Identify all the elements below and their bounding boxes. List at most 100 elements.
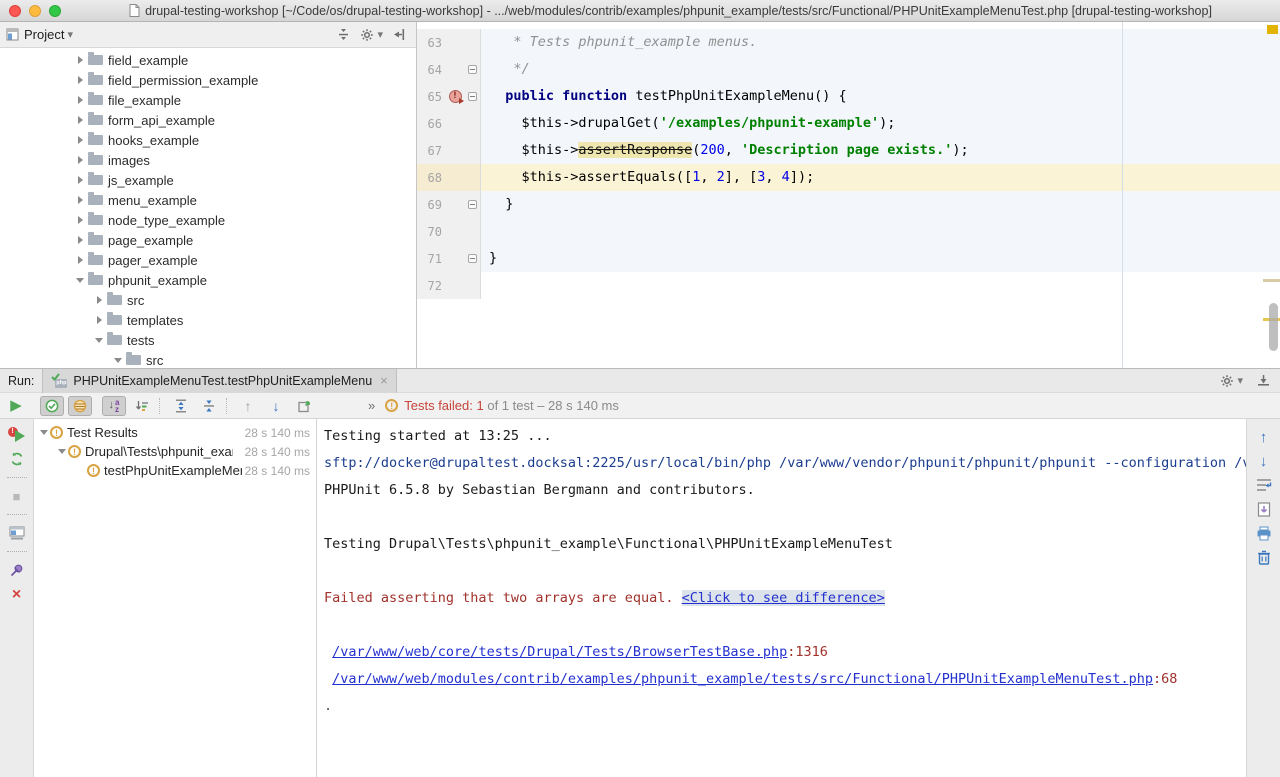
previous-failed-test-button[interactable]: ↑ bbox=[236, 396, 260, 416]
chevron-right-icon[interactable] bbox=[74, 136, 86, 144]
project-tree-item[interactable]: field_permission_example bbox=[0, 70, 416, 90]
rerun-button[interactable]: ▶ bbox=[4, 396, 28, 416]
hide-tool-window-icon[interactable] bbox=[1257, 374, 1270, 387]
chevron-down-icon[interactable] bbox=[112, 358, 124, 363]
console-line: /var/www/web/modules/contrib/examples/ph… bbox=[324, 666, 1246, 693]
fold-marker-icon[interactable] bbox=[468, 200, 477, 209]
code-line[interactable]: 65! public function testPhpUnitExampleMe… bbox=[417, 83, 1280, 110]
editor[interactable]: 63 * Tests phpunit_example menus.64 */65… bbox=[417, 22, 1280, 368]
chevron-right-icon[interactable] bbox=[74, 236, 86, 244]
gear-icon[interactable] bbox=[1220, 374, 1234, 388]
project-panel-title[interactable]: Project bbox=[24, 27, 64, 42]
console-link[interactable]: /var/www/web/core/tests/Drupal/Tests/Bro… bbox=[332, 644, 787, 660]
project-tree-item[interactable]: menu_example bbox=[0, 190, 416, 210]
fold-marker-icon[interactable] bbox=[468, 65, 477, 74]
show-ignored-button[interactable] bbox=[68, 396, 92, 416]
scroll-to-end-button[interactable] bbox=[1254, 500, 1274, 518]
code-line[interactable]: 66 $this->drupalGet('/examples/phpunit-e… bbox=[417, 110, 1280, 137]
project-tree-item[interactable]: form_api_example bbox=[0, 110, 416, 130]
project-tree-item[interactable]: hooks_example bbox=[0, 130, 416, 150]
fold-marker-icon[interactable] bbox=[468, 254, 477, 263]
close-panel-button[interactable]: × bbox=[7, 586, 27, 604]
test-tree-item[interactable]: !Drupal\Tests\phpunit_example\Functional… bbox=[34, 442, 316, 461]
fold-marker-icon[interactable] bbox=[468, 92, 477, 101]
restore-layout-button[interactable] bbox=[7, 524, 27, 542]
code-line[interactable]: 64 */ bbox=[417, 56, 1280, 83]
chevron-right-icon[interactable] bbox=[74, 156, 86, 164]
console-link[interactable]: <Click to see difference> bbox=[682, 590, 885, 606]
gear-icon[interactable] bbox=[360, 28, 374, 42]
expand-all-button[interactable] bbox=[169, 396, 193, 416]
stop-button[interactable]: ■ bbox=[7, 487, 27, 505]
show-passed-button[interactable] bbox=[40, 396, 64, 416]
project-tree-item[interactable]: templates bbox=[0, 310, 416, 330]
collapse-all-button[interactable] bbox=[197, 396, 221, 416]
project-tree-item[interactable]: page_example bbox=[0, 230, 416, 250]
code-line[interactable]: 67 $this->assertResponse(200, 'Descripti… bbox=[417, 137, 1280, 164]
zoom-window-button[interactable] bbox=[49, 5, 61, 17]
editor-scrollbar-thumb[interactable] bbox=[1269, 303, 1278, 351]
hide-panel-icon[interactable] bbox=[393, 28, 406, 41]
sort-by-duration-button[interactable] bbox=[130, 396, 154, 416]
print-button[interactable] bbox=[1254, 524, 1274, 542]
chevron-right-icon[interactable] bbox=[93, 316, 105, 324]
project-tree-item[interactable]: tests bbox=[0, 330, 416, 350]
run-settings-group[interactable]: ▾ bbox=[1220, 374, 1243, 388]
soft-wrap-button[interactable] bbox=[1254, 476, 1274, 494]
close-window-button[interactable] bbox=[9, 5, 21, 17]
project-tree-item[interactable]: node_type_example bbox=[0, 210, 416, 230]
project-tree-item[interactable]: phpunit_example bbox=[0, 270, 416, 290]
console-link[interactable]: /var/www/web/modules/contrib/examples/ph… bbox=[332, 671, 1153, 687]
project-tree-item[interactable]: field_example bbox=[0, 50, 416, 70]
chevron-down-icon[interactable] bbox=[74, 278, 86, 283]
test-tree-item[interactable]: !Test Results28 s 140 ms bbox=[34, 423, 316, 442]
chevron-down-icon[interactable] bbox=[38, 430, 50, 435]
more-actions-icon[interactable]: » bbox=[368, 398, 375, 413]
chevron-right-icon[interactable] bbox=[74, 256, 86, 264]
close-tab-icon[interactable]: × bbox=[380, 373, 388, 388]
chevron-right-icon[interactable] bbox=[93, 296, 105, 304]
code-line[interactable]: 63 * Tests phpunit_example menus. bbox=[417, 29, 1280, 56]
code-line[interactable]: 70 bbox=[417, 218, 1280, 245]
run-configuration-tab[interactable]: php PHPUnitExampleMenuTest.testPhpUnitEx… bbox=[42, 369, 396, 393]
code-line[interactable]: 72 bbox=[417, 272, 1280, 299]
chevron-right-icon[interactable] bbox=[74, 96, 86, 104]
test-failed-gutter-icon[interactable]: ! bbox=[449, 90, 462, 103]
code-line[interactable]: 68 $this->assertEquals([1, 2], [3, 4]); bbox=[417, 164, 1280, 191]
chevron-right-icon[interactable] bbox=[74, 176, 86, 184]
folder-icon bbox=[88, 75, 103, 85]
project-tree-item[interactable]: src bbox=[0, 290, 416, 310]
sort-alphabetically-button[interactable]: ↓az bbox=[102, 396, 126, 416]
clear-console-button[interactable] bbox=[1254, 548, 1274, 566]
project-tree-item[interactable]: js_example bbox=[0, 170, 416, 190]
chevron-right-icon[interactable] bbox=[74, 196, 86, 204]
ruler-warning-mark[interactable] bbox=[1263, 279, 1280, 282]
next-message-button[interactable]: ↓ bbox=[1254, 452, 1274, 470]
toggle-auto-test-button[interactable] bbox=[7, 450, 27, 468]
pin-tab-button[interactable] bbox=[7, 561, 27, 579]
chevron-right-icon[interactable] bbox=[74, 76, 86, 84]
inspection-status-icon[interactable] bbox=[1267, 25, 1278, 34]
export-test-results-button[interactable] bbox=[292, 396, 316, 416]
code-line[interactable]: 71} bbox=[417, 245, 1280, 272]
collapse-all-icon[interactable] bbox=[337, 28, 350, 41]
console[interactable]: Testing started at 13:25 ...sftp://docke… bbox=[317, 419, 1246, 777]
project-settings-group[interactable]: ▾ bbox=[360, 28, 383, 42]
minimize-window-button[interactable] bbox=[29, 5, 41, 17]
project-tree-item[interactable]: file_example bbox=[0, 90, 416, 110]
next-failed-test-button[interactable]: ↓ bbox=[264, 396, 288, 416]
project-tree-item[interactable]: src bbox=[0, 350, 416, 368]
chevron-right-icon[interactable] bbox=[74, 56, 86, 64]
chevron-down-icon[interactable] bbox=[56, 449, 68, 454]
chevron-down-icon[interactable] bbox=[93, 338, 105, 343]
chevron-right-icon[interactable] bbox=[74, 216, 86, 224]
prev-message-button[interactable]: ↑ bbox=[1254, 428, 1274, 446]
test-tree-item[interactable]: !testPhpUnitExampleMenu28 s 140 ms bbox=[34, 461, 316, 480]
project-tree-item[interactable]: images bbox=[0, 150, 416, 170]
code-line[interactable]: 69 } bbox=[417, 191, 1280, 218]
test-item-duration: 28 s 140 ms bbox=[242, 426, 310, 440]
chevron-down-icon[interactable]: ▾ bbox=[67, 28, 73, 41]
project-tree-item[interactable]: pager_example bbox=[0, 250, 416, 270]
rerun-failed-tests-button[interactable]: ! bbox=[8, 427, 26, 443]
chevron-right-icon[interactable] bbox=[74, 116, 86, 124]
